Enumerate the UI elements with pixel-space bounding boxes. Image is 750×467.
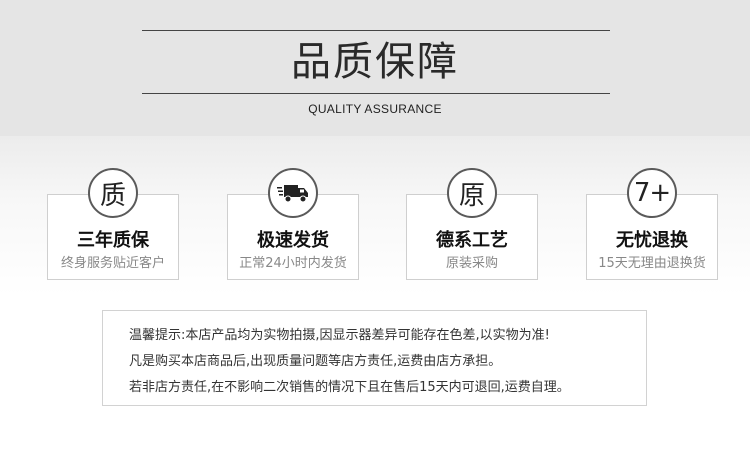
notice-box: 温馨提示:本店产品均为实物拍摄,因显示器差异可能存在色差,以实物为准! 凡是购买…: [102, 310, 647, 406]
notice-line: 若非店方责任,在不影响二次销售的情况下且在售后15天内可退回,运费自理。: [129, 380, 570, 395]
original-icon: 原: [447, 168, 497, 218]
seven-plus-icon: 7+: [627, 168, 677, 218]
warranty-icon: 质: [88, 168, 138, 218]
feature-subtitle: 终身服务贴近客户: [60, 256, 165, 271]
feature-title: 无忧退换: [616, 230, 688, 251]
feature-warranty: 质 三年质保 终身服务贴近客户: [47, 168, 179, 280]
feature-title: 德系工艺: [436, 230, 508, 251]
feature-subtitle: 正常24小时内发货: [239, 256, 347, 271]
header-bottom-rule: [142, 93, 610, 94]
feature-subtitle: 原装采购: [445, 256, 498, 271]
page-title: 品质保障: [291, 39, 459, 85]
header-banner: 品质保障 QUALITY ASSURANCE: [0, 0, 750, 136]
feature-title: 三年质保: [77, 230, 149, 251]
page-subtitle: QUALITY ASSURANCE: [308, 102, 442, 116]
feature-returns: 7+ 无忧退换 15天无理由退换货: [586, 168, 718, 280]
notice-line: 凡是购买本店商品后,出现质量问题等店方责任,运费由店方承担。: [129, 354, 502, 369]
notice-line: 温馨提示:本店产品均为实物拍摄,因显示器差异可能存在色差,以实物为准!: [129, 328, 550, 343]
feature-subtitle: 15天无理由退换货: [598, 256, 706, 271]
truck-icon-graphic: [277, 185, 308, 203]
feature-title: 极速发货: [257, 230, 329, 251]
truck-icon: [268, 168, 318, 218]
feature-craft: 原 德系工艺 原装采购: [406, 168, 538, 280]
header-top-rule: [142, 30, 610, 31]
feature-shipping: 极速发货 正常24小时内发货: [227, 168, 359, 280]
